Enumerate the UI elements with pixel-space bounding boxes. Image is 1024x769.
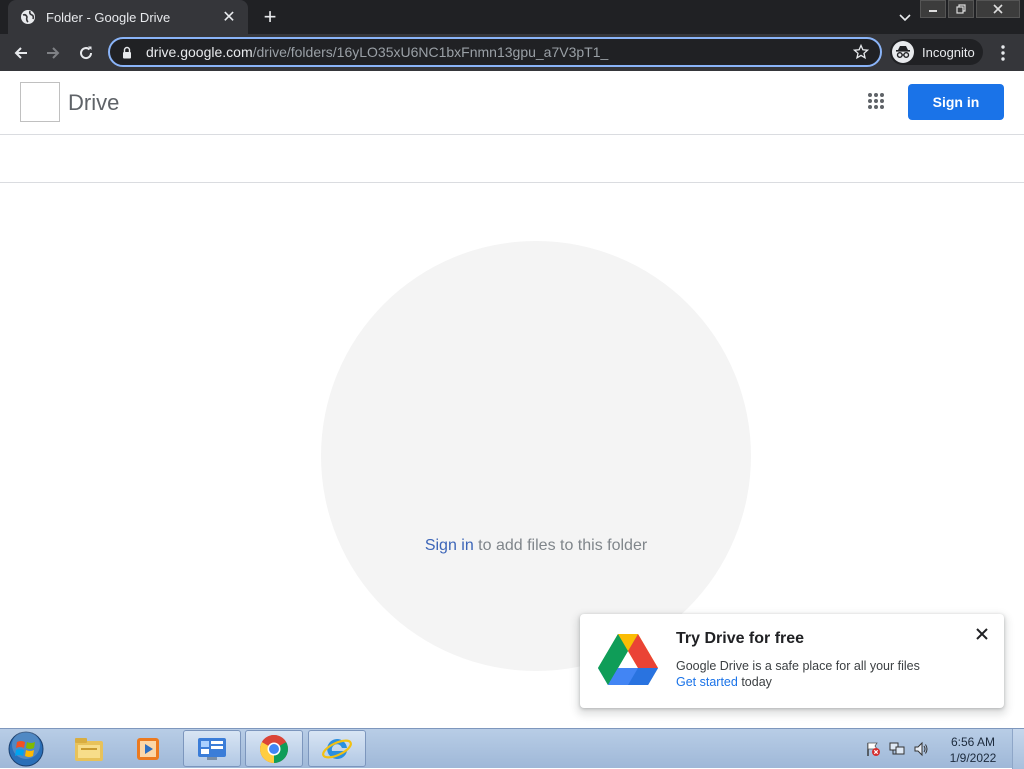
bookmark-star-icon[interactable] <box>852 43 870 61</box>
tab-close-icon[interactable]: ✕ <box>220 8 238 26</box>
promo-description: Google Drive is a safe place for all you… <box>676 658 920 690</box>
drive-toolbar-empty <box>0 136 1024 183</box>
sign-in-button[interactable]: Sign in <box>908 84 1004 120</box>
incognito-icon <box>892 41 914 63</box>
start-button[interactable] <box>6 731 46 767</box>
google-drive-logo-icon <box>598 632 658 688</box>
volume-icon[interactable] <box>912 740 930 758</box>
url-path: /drive/folders/16yLO35xU6NC1bxFnmn13gpu_… <box>252 44 609 60</box>
reload-icon[interactable] <box>73 40 99 66</box>
google-apps-grid-icon[interactable] <box>864 89 888 113</box>
globe-icon <box>20 9 36 25</box>
taskbar-internet-explorer-icon[interactable] <box>308 730 366 767</box>
url-host: drive.google.com <box>146 44 253 60</box>
empty-folder-message: Sign in to add files to this folder <box>321 537 751 555</box>
close-window-button[interactable] <box>976 0 1020 18</box>
restore-button[interactable] <box>948 0 974 18</box>
drive-title: Drive <box>68 90 120 115</box>
close-icon[interactable] <box>974 626 990 642</box>
incognito-label: Incognito <box>922 44 975 60</box>
system-tray <box>864 738 936 760</box>
incognito-badge[interactable]: Incognito <box>890 39 983 65</box>
get-started-link[interactable]: Get started <box>676 675 738 689</box>
new-tab-button[interactable]: + <box>258 5 282 29</box>
promo-line-1: Google Drive is a safe place for all you… <box>676 659 920 673</box>
action-center-flag-icon[interactable] <box>864 740 882 758</box>
browser-tab[interactable]: Folder - Google Drive ✕ <box>8 0 248 34</box>
windows-taskbar: 6:56 AM 1/9/2022 <box>0 728 1024 769</box>
minimize-button[interactable] <box>920 0 946 18</box>
drive-logo-broken-image[interactable] <box>20 82 60 122</box>
taskbar-clock[interactable]: 6:56 AM 1/9/2022 <box>938 734 1008 766</box>
promo-title: Try Drive for free <box>676 630 805 647</box>
address-bar[interactable]: drive.google.com/drive/folders/16yLO35xU… <box>108 37 882 67</box>
taskbar-media-player-icon[interactable] <box>120 730 178 767</box>
clock-time: 6:56 AM <box>950 735 996 749</box>
empty-folder-text: to add files to this folder <box>473 537 648 554</box>
taskbar-explorer-icon[interactable] <box>60 730 118 767</box>
promo-line-2-rest: today <box>737 675 772 689</box>
browser-toolbar: drive.google.com/drive/folders/16yLO35xU… <box>0 34 1024 71</box>
url-text[interactable]: drive.google.com/drive/folders/16yLO35xU… <box>146 44 852 60</box>
lock-icon[interactable] <box>120 45 134 59</box>
taskbar-chrome-icon[interactable] <box>245 730 303 767</box>
drive-header: Drive Sign in <box>0 71 1024 135</box>
empty-folder-illustration <box>321 241 751 671</box>
window-controls <box>918 0 1020 20</box>
browser-menu-icon[interactable] <box>994 40 1012 66</box>
tab-search-chevron-icon[interactable] <box>895 8 915 28</box>
taskbar-control-panel-icon[interactable] <box>183 730 241 767</box>
sign-in-link[interactable]: Sign in <box>425 537 474 554</box>
forward-arrow-icon[interactable] <box>40 40 66 66</box>
try-drive-promo-card: Try Drive for free Google Drive is a saf… <box>580 614 1004 708</box>
tab-title: Folder - Google Drive <box>46 9 171 25</box>
browser-titlebar: Folder - Google Drive ✕ + <box>0 0 1024 34</box>
show-desktop-button[interactable] <box>1012 729 1024 769</box>
back-arrow-icon[interactable] <box>8 40 34 66</box>
network-icon[interactable] <box>888 740 906 758</box>
clock-date: 1/9/2022 <box>949 751 997 765</box>
